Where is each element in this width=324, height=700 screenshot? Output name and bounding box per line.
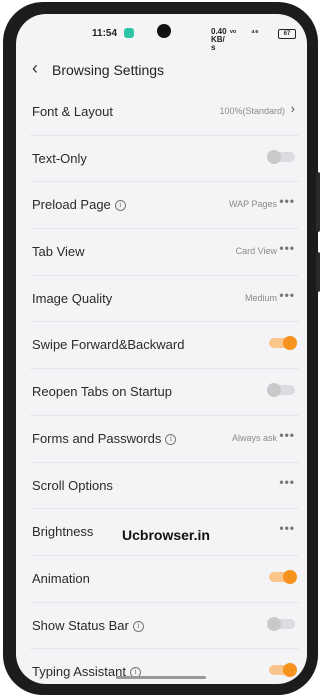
setting-label-text: Show Status Bar xyxy=(32,617,129,633)
setting-row-font-layout[interactable]: Font & Layout 100%(Standard) › xyxy=(30,89,299,136)
settings-list: Font & Layout 100%(Standard) › Text-Only Pre… xyxy=(16,89,307,684)
toggle-switch-typing-assistant[interactable] xyxy=(269,663,297,678)
more-options-icon[interactable]: ••• xyxy=(279,194,295,208)
info-icon[interactable]: i xyxy=(132,620,144,632)
setting-row-text-only[interactable]: Text-Only xyxy=(30,136,299,183)
setting-label: Tab View xyxy=(32,244,85,259)
setting-row-scroll-options[interactable]: Scroll Options ••• xyxy=(30,463,299,510)
info-icon[interactable]: i xyxy=(114,200,126,212)
more-options-icon[interactable]: ••• xyxy=(279,241,295,255)
setting-label: Preload Page i xyxy=(32,197,126,212)
front-camera xyxy=(157,24,171,38)
setting-label-text: Image Quality xyxy=(32,290,113,306)
battery-icon: 67 xyxy=(278,29,296,39)
setting-row-image-quality[interactable]: Image Quality Medium ••• xyxy=(30,276,299,323)
setting-label-text: Typing Assistant xyxy=(32,664,126,680)
power-button xyxy=(316,252,320,292)
setting-value: Medium xyxy=(244,292,277,303)
signal-icon-volte: ᵛᵒ xyxy=(230,28,237,37)
setting-label: Font & Layout xyxy=(32,104,113,119)
setting-label: Swipe Forward&Backward xyxy=(32,337,184,352)
network-speed: 0.40 KB/s xyxy=(211,27,227,52)
toggle-switch-swipe-forward-backward[interactable] xyxy=(269,336,297,351)
setting-row-show-status-bar[interactable]: Show Status Bar i xyxy=(30,603,299,650)
status-bar: 11:54 0.40 KB/s ᵛᵒ ⁴⁶ 67 xyxy=(16,14,307,52)
setting-label-text: Reopen Tabs on Startup xyxy=(32,384,172,400)
setting-label-text: Font & Layout xyxy=(32,104,113,119)
toggle-knob xyxy=(283,336,297,351)
setting-value: WAP Pages xyxy=(228,199,277,210)
setting-label-text: Preload Page xyxy=(32,197,111,213)
back-button[interactable]: ‹ xyxy=(28,58,42,79)
phone-frame: 11:54 0.40 KB/s ᵛᵒ ⁴⁶ 67 ‹ Browsing Sett… xyxy=(3,2,320,695)
setting-label-text: Brightness xyxy=(32,524,94,540)
setting-row-forms-and-passwords[interactable]: Forms and Passwords i Always ask ••• xyxy=(30,416,299,463)
toggle-knob xyxy=(267,149,281,164)
info-icon[interactable]: i xyxy=(165,433,177,445)
home-indicator[interactable] xyxy=(116,676,206,679)
setting-label-text: Text-Only xyxy=(32,150,87,166)
setting-row-swipe-forward-backward[interactable]: Swipe Forward&Backward xyxy=(30,322,299,370)
more-options-icon[interactable]: ••• xyxy=(279,288,295,302)
toggle-switch-show-status-bar[interactable] xyxy=(267,616,295,631)
toggle-switch-text-only[interactable] xyxy=(267,149,295,164)
toggle-knob xyxy=(267,616,281,631)
setting-label: Animation xyxy=(32,571,90,586)
setting-value: Always ask xyxy=(231,432,277,443)
toggle-knob xyxy=(283,663,297,678)
setting-label: Forms and Passwords i xyxy=(32,430,177,446)
setting-label: Show Status Bar i xyxy=(32,618,144,633)
watermark-text: Ucbrowser.in xyxy=(122,527,210,543)
setting-label-text: Animation xyxy=(32,570,90,586)
setting-label: Text-Only xyxy=(32,151,87,166)
more-options-icon[interactable]: ••• xyxy=(279,475,295,489)
setting-row-animation[interactable]: Animation xyxy=(30,556,299,603)
screen: 11:54 0.40 KB/s ᵛᵒ ⁴⁶ 67 ‹ Browsing Sett… xyxy=(16,14,307,684)
setting-value: 100%(Standard) xyxy=(219,106,285,116)
setting-label-text: Swipe Forward&Backward xyxy=(32,337,185,353)
setting-row-reopen-tabs-on-startup[interactable]: Reopen Tabs on Startup xyxy=(30,369,299,416)
app-header: ‹ Browsing Settings xyxy=(16,56,307,86)
app-notification-icon xyxy=(124,28,134,38)
setting-value: Card View xyxy=(235,246,277,257)
volume-button xyxy=(316,172,320,232)
toggle-switch-reopen-tabs-on-startup[interactable] xyxy=(267,383,295,398)
setting-label: Scroll Options xyxy=(32,478,113,493)
chevron-right-icon[interactable]: › xyxy=(291,101,295,116)
toggle-knob xyxy=(283,569,297,584)
signal-icon-4g: ⁴⁶ xyxy=(251,28,259,37)
toggle-switch-animation[interactable] xyxy=(269,569,297,584)
setting-label: Image Quality xyxy=(32,291,112,306)
setting-label-text: Tab View xyxy=(32,244,85,260)
toggle-knob xyxy=(267,383,281,398)
page-title: Browsing Settings xyxy=(52,62,165,78)
status-time: 11:54 xyxy=(92,28,118,39)
setting-row-tab-view[interactable]: Tab View Card View ••• xyxy=(30,229,299,276)
setting-label: Brightness xyxy=(32,524,93,539)
setting-label-text: Scroll Options xyxy=(32,477,113,493)
more-options-icon[interactable]: ••• xyxy=(279,428,295,442)
setting-row-preload-page[interactable]: Preload Page i WAP Pages ••• xyxy=(30,182,299,230)
setting-label-text: Forms and Passwords xyxy=(32,430,162,446)
setting-label: Reopen Tabs on Startup xyxy=(32,384,172,399)
more-options-icon[interactable]: ••• xyxy=(279,521,295,535)
